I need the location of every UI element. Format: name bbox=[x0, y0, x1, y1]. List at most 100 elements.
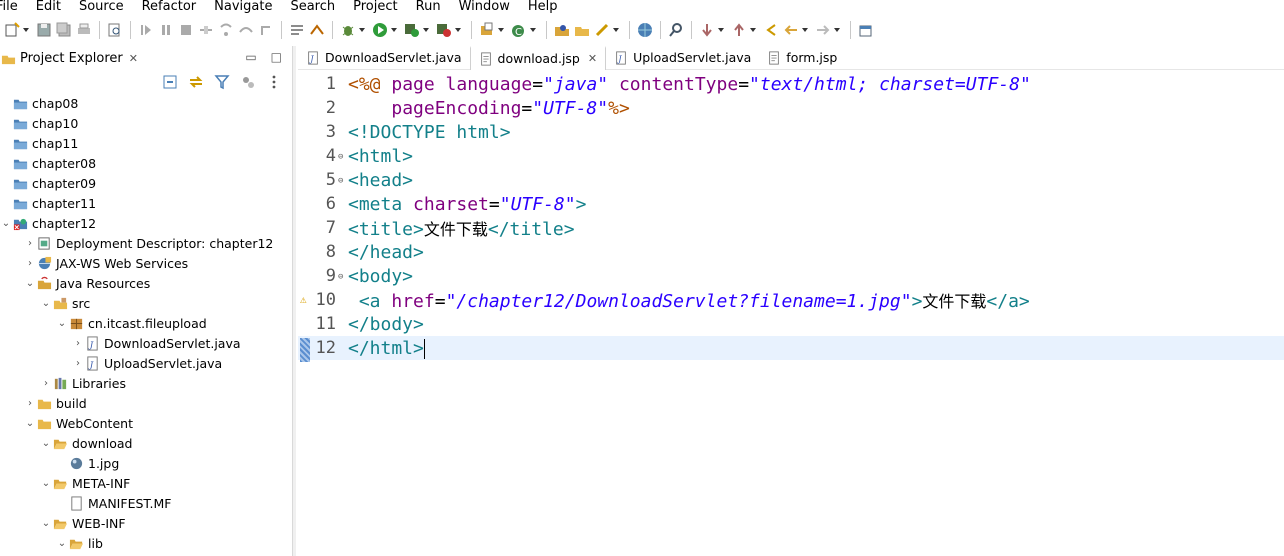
open-task-icon[interactable] bbox=[594, 22, 610, 38]
step-into-icon[interactable] bbox=[218, 22, 234, 38]
tree-item[interactable]: › Deployment Descriptor: chapter12 bbox=[0, 233, 292, 253]
step-over-icon[interactable] bbox=[238, 22, 254, 38]
menu-file[interactable]: File bbox=[0, 0, 18, 13]
code-line[interactable]: 7 <title>文件下载</title> bbox=[298, 216, 1284, 240]
debug-icon[interactable] bbox=[340, 22, 356, 38]
tree-item[interactable]: chap11 bbox=[0, 133, 292, 153]
panel-divider[interactable] bbox=[292, 46, 296, 556]
code-line[interactable]: 6 <meta charset="UTF-8"> bbox=[298, 192, 1284, 216]
menu-window[interactable]: Window bbox=[459, 0, 510, 13]
chevron-down-icon[interactable]: ⌄ bbox=[24, 277, 36, 289]
tree-item[interactable]: ⌄ Java Resources bbox=[0, 273, 292, 293]
suspend-icon[interactable] bbox=[158, 22, 174, 38]
code-line[interactable]: 9 ⊖ <body> bbox=[298, 264, 1284, 288]
code-line[interactable]: 3 <!DOCTYPE html> bbox=[298, 120, 1284, 144]
open-task-dropdown[interactable] bbox=[612, 22, 620, 38]
prev-annotation-dropdown[interactable] bbox=[749, 22, 757, 38]
prev-annotation-icon[interactable] bbox=[731, 22, 747, 38]
open-folder-icon[interactable] bbox=[574, 22, 590, 38]
tree-item[interactable]: › J DownloadServlet.java bbox=[0, 333, 292, 353]
new-dropdown[interactable] bbox=[22, 22, 30, 38]
next-annotation-icon[interactable] bbox=[699, 22, 715, 38]
link-with-editor-icon[interactable] bbox=[188, 74, 204, 90]
code-line[interactable]: 4 ⊖ <html> bbox=[298, 144, 1284, 168]
menu-run[interactable]: Run bbox=[416, 0, 441, 13]
editor-tab[interactable]: J UploadServlet.java bbox=[606, 46, 759, 70]
next-annotation-dropdown[interactable] bbox=[717, 22, 725, 38]
new-icon[interactable] bbox=[4, 22, 20, 38]
menu-refactor[interactable]: Refactor bbox=[142, 0, 197, 13]
run-icon[interactable] bbox=[372, 22, 388, 38]
chevron-down-icon[interactable]: ⌄ bbox=[40, 437, 52, 449]
skip-breakpoints-icon[interactable] bbox=[309, 22, 325, 38]
collapse-all-icon[interactable] bbox=[162, 74, 178, 90]
new-class-icon[interactable]: C bbox=[511, 22, 527, 38]
chevron-right-icon[interactable]: › bbox=[72, 337, 84, 349]
tree-item[interactable]: › build bbox=[0, 393, 292, 413]
tree-item[interactable]: ⌄ WEB-INF bbox=[0, 513, 292, 533]
new-project-dropdown[interactable] bbox=[497, 22, 505, 38]
chevron-down-icon[interactable]: ⌄ bbox=[40, 517, 52, 529]
new-java-project-icon[interactable] bbox=[479, 22, 495, 38]
chevron-right-icon[interactable]: › bbox=[40, 377, 52, 389]
editor-tab[interactable]: download.jsp ✕ bbox=[469, 45, 607, 70]
search-file-icon[interactable] bbox=[107, 22, 123, 38]
step-return-icon[interactable] bbox=[258, 22, 274, 38]
tree-item[interactable]: ⌄ download bbox=[0, 433, 292, 453]
menu-project[interactable]: Project bbox=[353, 0, 397, 13]
new-class-dropdown[interactable] bbox=[529, 22, 537, 38]
view-menu-icon[interactable] bbox=[266, 74, 282, 90]
editor-tab[interactable]: form.jsp bbox=[759, 46, 845, 70]
back-icon[interactable] bbox=[783, 22, 799, 38]
tree-item[interactable]: › Libraries bbox=[0, 373, 292, 393]
back-dropdown[interactable] bbox=[801, 22, 809, 38]
tree-item[interactable]: chap10 bbox=[0, 113, 292, 133]
run-server-dropdown[interactable] bbox=[422, 22, 430, 38]
chevron-down-icon[interactable]: ⌄ bbox=[0, 217, 12, 229]
tree-item[interactable]: ⌄ META-INF bbox=[0, 473, 292, 493]
resume-icon[interactable] bbox=[138, 22, 154, 38]
code-line[interactable]: 12 </html> bbox=[298, 336, 1284, 362]
web-browser-icon[interactable] bbox=[637, 22, 653, 38]
chevron-right-icon[interactable]: › bbox=[24, 257, 36, 269]
fold-icon[interactable]: ⊖ bbox=[338, 176, 343, 186]
tree-item[interactable]: › JAX-WS Web Services bbox=[0, 253, 292, 273]
maximize-icon[interactable]: □ bbox=[271, 50, 282, 64]
chevron-right-icon[interactable]: › bbox=[72, 357, 84, 369]
tree-item[interactable]: MANIFEST.MF bbox=[0, 493, 292, 513]
warning-icon[interactable]: ⚠ bbox=[300, 293, 307, 306]
menu-search[interactable]: Search bbox=[290, 0, 335, 13]
forward-dropdown[interactable] bbox=[833, 22, 841, 38]
tree-item[interactable]: 1.jpg bbox=[0, 453, 292, 473]
tree-item[interactable]: chapter11 bbox=[0, 193, 292, 213]
tab-project-explorer[interactable]: Project Explorer ✕ bbox=[0, 46, 138, 70]
code-line[interactable]: 11 </body> bbox=[298, 312, 1284, 336]
chevron-down-icon[interactable]: ⌄ bbox=[24, 417, 36, 429]
code-line[interactable]: 2 pageEncoding="UTF-8"%> bbox=[298, 96, 1284, 120]
profile-dropdown[interactable] bbox=[454, 22, 462, 38]
tree-item[interactable]: ⌄ chapter12 bbox=[0, 213, 292, 233]
print-icon[interactable] bbox=[76, 22, 92, 38]
menu-source[interactable]: Source bbox=[79, 0, 124, 13]
save-all-icon[interactable] bbox=[56, 22, 72, 38]
filter-icon[interactable] bbox=[214, 74, 230, 90]
code-editor[interactable]: 1 <%@ page language="java" contentType="t… bbox=[298, 72, 1284, 362]
forward-icon[interactable] bbox=[815, 22, 831, 38]
chevron-right-icon[interactable]: › bbox=[24, 397, 36, 409]
tree-item[interactable]: › J UploadServlet.java bbox=[0, 353, 292, 373]
open-perspective-icon[interactable] bbox=[858, 22, 874, 38]
profile-icon[interactable] bbox=[436, 22, 452, 38]
fold-icon[interactable]: ⊖ bbox=[338, 272, 343, 282]
run-dropdown[interactable] bbox=[390, 22, 398, 38]
tree-item[interactable]: ⌄ cn.itcast.fileupload bbox=[0, 313, 292, 333]
fold-icon[interactable]: ⊖ bbox=[338, 152, 343, 162]
code-line[interactable]: 8 </head> bbox=[298, 240, 1284, 264]
editor-tab[interactable]: J DownloadServlet.java bbox=[298, 46, 470, 70]
code-line[interactable]: ⚠ 10 <a href="/chapter12/DownloadServlet?… bbox=[298, 288, 1284, 312]
last-edit-icon[interactable] bbox=[763, 22, 779, 38]
disconnect-icon[interactable] bbox=[198, 22, 214, 38]
focus-icon[interactable] bbox=[240, 74, 256, 90]
search-icon[interactable] bbox=[668, 22, 684, 38]
tree-item[interactable]: chapter08 bbox=[0, 153, 292, 173]
chevron-down-icon[interactable]: ⌄ bbox=[56, 317, 68, 329]
